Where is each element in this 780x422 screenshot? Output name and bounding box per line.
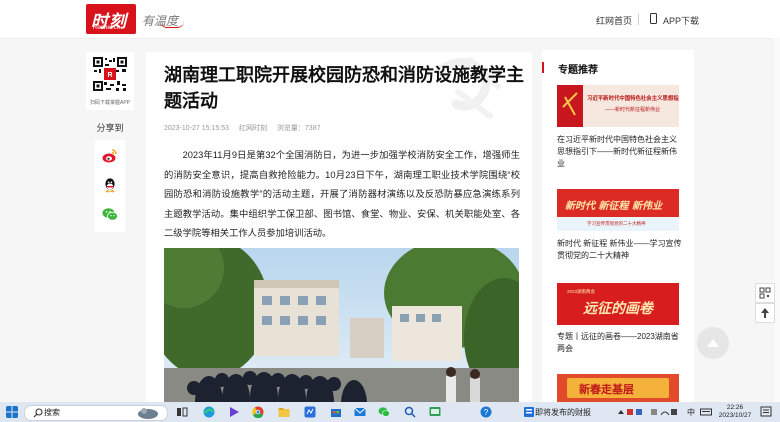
phone-icon <box>650 13 657 24</box>
tray-icons[interactable] <box>616 406 644 418</box>
active-window-icon[interactable] <box>429 406 441 418</box>
banner-1-text: 习近平新时代中国特色社会主义思想指引下 <box>587 94 679 102</box>
media-app-icon[interactable] <box>228 406 240 418</box>
share-label: 分享到 <box>96 123 124 133</box>
arrow-up-icon <box>761 308 769 318</box>
topic-banner-2[interactable]: 新时代 新征程 新伟业 学习宣传贯彻党的二十大精神 <box>557 189 679 231</box>
taskbar-news-text[interactable]: 即将发布的财报 <box>535 407 591 418</box>
article-date: 2023-10-27 15:15:53 <box>164 125 229 132</box>
topic-caption-1[interactable]: 在习近平新时代中国特色社会主义思想指引下——新时代新征程新伟业 <box>557 134 682 170</box>
topic-banner-4[interactable]: 新春走基层 <box>557 374 679 402</box>
windows-start-icon[interactable] <box>6 406 18 418</box>
taskbar-clock[interactable]: 22:26 2023/10/27 <box>716 404 754 420</box>
triangle-icon <box>707 339 719 347</box>
sidebar-accent <box>542 62 544 73</box>
wechat-icon[interactable] <box>102 206 118 222</box>
app-icon-blue[interactable] <box>304 406 316 418</box>
qr-panel: R 扫码下载掌握APP <box>86 52 134 110</box>
article-meta: 2023-10-27 15:15:53 红网时刻 浏览量：7387 <box>164 123 328 133</box>
search-highlight-icon <box>138 408 158 419</box>
file-explorer-icon[interactable] <box>278 406 290 418</box>
rednet-logo[interactable]: 时刻 Rednet.cn <box>86 4 136 34</box>
topic-caption-3[interactable]: 专题丨远征的画卷——2023湖南省两会 <box>557 331 682 355</box>
task-view-icon[interactable] <box>176 406 188 418</box>
qr-small-icon <box>759 287 771 299</box>
qr-caption: 扫码下载掌握APP <box>89 100 130 106</box>
svg-text:2023湖南两会: 2023湖南两会 <box>567 288 596 295</box>
topic-banner-3[interactable]: 2023湖南两会 远征的画卷 <box>557 283 679 325</box>
article-paragraph: 2023年11月9日是第32个全国消防日，为进一步加强学校消防安全工作，增强师生… <box>164 150 520 238</box>
svg-text:新春走基层: 新春走基层 <box>579 382 634 396</box>
article-photo[interactable] <box>164 248 519 402</box>
tray-status-icons[interactable] <box>650 406 678 418</box>
wechat-taskbar-icon[interactable] <box>378 406 390 418</box>
edge-browser-icon[interactable] <box>203 406 215 418</box>
search-icon <box>33 408 43 418</box>
slogan-decoration <box>160 21 184 28</box>
nav-divider <box>638 14 639 25</box>
news-widget-icon[interactable] <box>523 406 535 418</box>
svg-text:?: ? <box>484 408 489 417</box>
article-source: 红网时刻 <box>238 125 267 132</box>
nav-home-link[interactable]: 红网首页 <box>596 14 632 27</box>
mail-icon[interactable] <box>354 406 366 418</box>
svg-text:远征的画卷: 远征的画卷 <box>583 300 655 317</box>
article-views: 浏览量：7387 <box>276 125 321 132</box>
qr-code-icon: R <box>92 56 128 92</box>
share-panel <box>95 140 125 232</box>
sidebar-title: 专题推荐 <box>558 65 598 76</box>
taskbar-search-text: 搜索 <box>44 408 60 417</box>
help-icon[interactable]: ? <box>480 406 492 418</box>
back-to-top-button[interactable] <box>755 303 775 323</box>
search-app-icon[interactable] <box>404 406 416 418</box>
notification-icon[interactable] <box>760 406 772 418</box>
article-title: 湖南理工职院开展校园防恐和消防设施教学主题活动 <box>164 65 524 111</box>
clock-time: 22:26 <box>726 404 744 411</box>
feedback-button[interactable] <box>697 327 729 359</box>
qq-icon[interactable] <box>102 177 118 193</box>
chrome-icon[interactable] <box>252 406 264 418</box>
svg-text:R: R <box>107 72 112 79</box>
topic-banner-1[interactable]: 习近平新时代中国特色社会主义思想指引下 ——新时代新征程新伟业 <box>557 85 679 127</box>
weibo-icon[interactable] <box>102 148 118 164</box>
topic-caption-2[interactable]: 新时代 新征程 新伟业——学习宣传贯彻党的二十大精神 <box>557 238 682 262</box>
ime-indicator[interactable]: 中 <box>687 407 695 418</box>
qr-float-button[interactable] <box>755 283 775 303</box>
svg-text:学习宣传贯彻党的二十大精神: 学习宣传贯彻党的二十大精神 <box>587 220 646 227</box>
store-icon[interactable] <box>330 406 342 418</box>
logo-sub: Rednet.cn <box>93 25 121 31</box>
page-scrollbar[interactable] <box>774 38 780 402</box>
nav-app-download[interactable]: APP下载 <box>663 14 699 27</box>
clock-date: 2023/10/27 <box>718 412 752 419</box>
keyboard-icon[interactable] <box>700 406 712 418</box>
svg-text:新时代 新征程 新伟业: 新时代 新征程 新伟业 <box>565 200 663 212</box>
svg-text:——新时代新征程新伟业: ——新时代新征程新伟业 <box>605 106 660 113</box>
